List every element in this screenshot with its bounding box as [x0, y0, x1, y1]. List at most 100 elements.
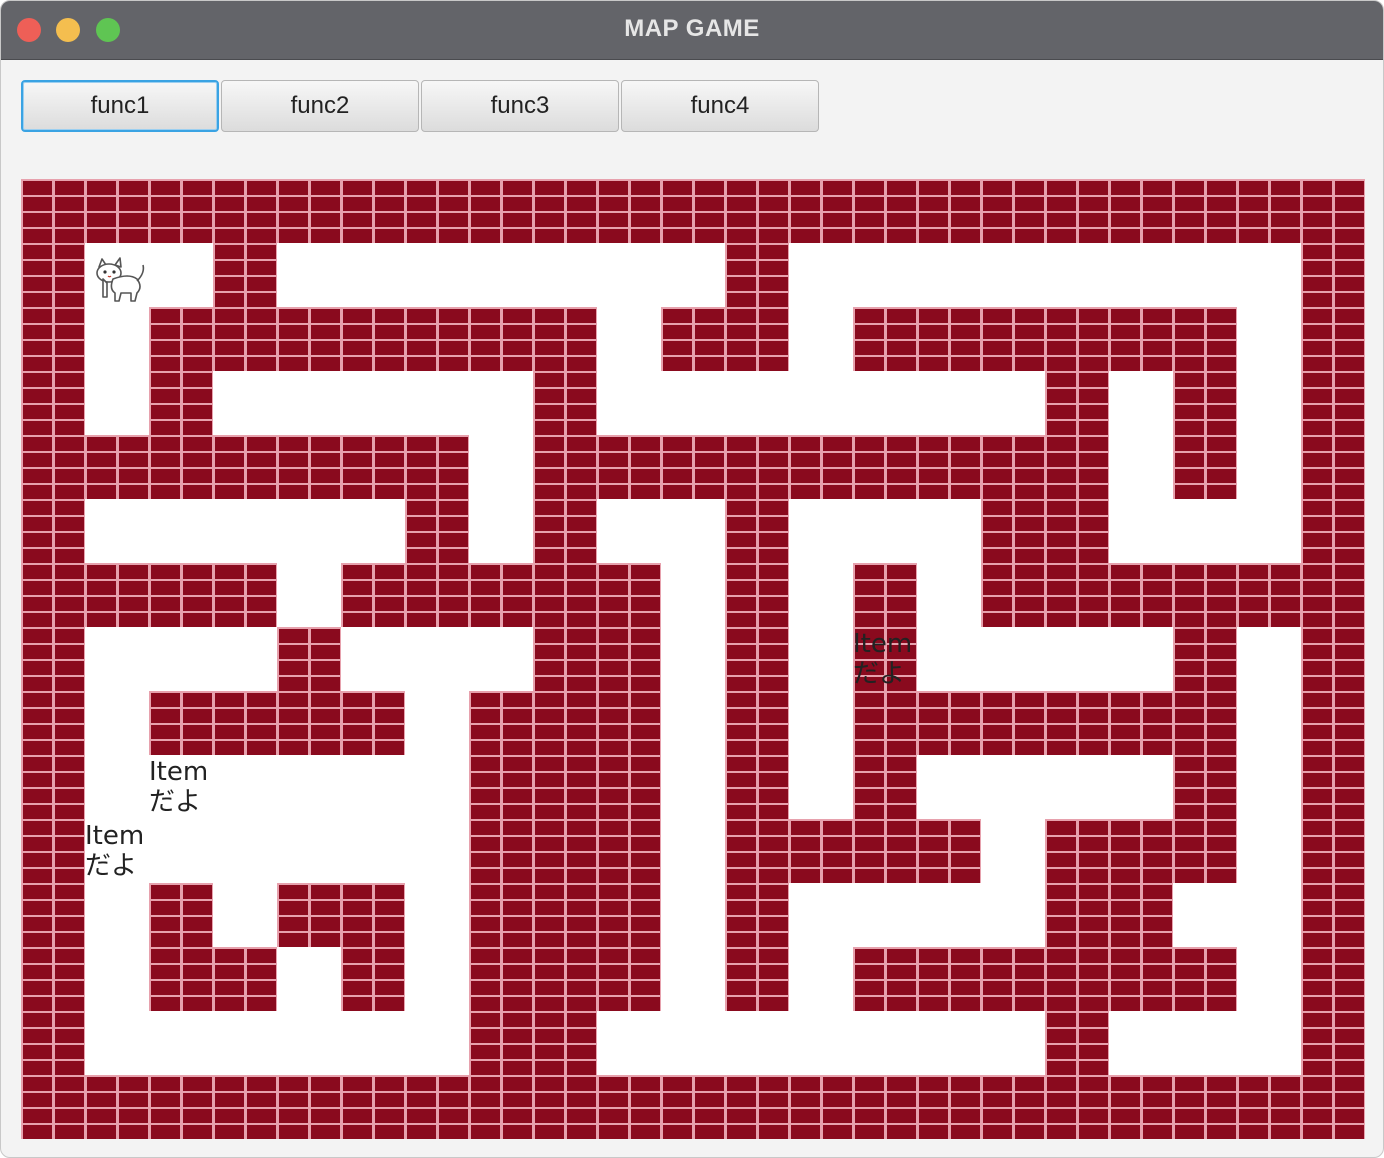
window-title: MAP GAME — [624, 15, 760, 42]
brick-wall-tile — [405, 1075, 469, 1139]
brick-wall-tile — [1301, 307, 1365, 371]
brick-wall-tile — [149, 435, 213, 499]
item-label-line2: だよ — [853, 659, 906, 689]
brick-wall-tile — [21, 179, 85, 243]
brick-wall-tile — [533, 371, 597, 435]
brick-wall-tile — [597, 947, 661, 1011]
brick-wall-tile — [21, 883, 85, 947]
brick-wall-tile — [341, 691, 405, 755]
toolbar: func1 func2 func3 func4 — [21, 80, 821, 132]
brick-wall-tile — [1301, 1011, 1365, 1075]
brick-wall-tile — [533, 755, 597, 819]
brick-wall-tile — [1173, 691, 1237, 755]
brick-wall-tile — [1173, 947, 1237, 1011]
brick-wall-tile — [533, 179, 597, 243]
brick-wall-tile — [1301, 371, 1365, 435]
brick-wall-tile — [1045, 1075, 1109, 1139]
brick-wall-tile — [533, 1075, 597, 1139]
brick-wall-tile — [981, 947, 1045, 1011]
brick-wall-tile — [149, 307, 213, 371]
brick-wall-tile — [853, 691, 917, 755]
brick-wall-tile — [597, 691, 661, 755]
brick-wall-tile — [149, 691, 213, 755]
brick-wall-tile — [1173, 755, 1237, 819]
brick-wall-tile — [1173, 1075, 1237, 1139]
brick-wall-tile — [853, 435, 917, 499]
brick-wall-tile — [277, 1075, 341, 1139]
brick-wall-tile — [21, 1011, 85, 1075]
brick-wall-tile — [213, 179, 277, 243]
brick-wall-tile — [1173, 179, 1237, 243]
brick-wall-tile — [277, 627, 341, 691]
brick-wall-tile — [1109, 691, 1173, 755]
brick-wall-tile — [1173, 307, 1237, 371]
maze-map: Item だよ Item だよ Item だよ — [21, 179, 1365, 1139]
brick-wall-tile — [853, 179, 917, 243]
brick-wall-tile — [1173, 627, 1237, 691]
brick-wall-tile — [597, 755, 661, 819]
brick-wall-tile — [149, 179, 213, 243]
brick-wall-tile — [277, 691, 341, 755]
brick-wall-tile — [149, 371, 213, 435]
brick-wall-tile — [21, 627, 85, 691]
brick-wall-tile — [21, 371, 85, 435]
brick-wall-tile — [21, 755, 85, 819]
func2-button[interactable]: func2 — [221, 80, 419, 132]
brick-wall-tile — [213, 435, 277, 499]
brick-wall-tile — [469, 819, 533, 883]
brick-wall-tile — [597, 819, 661, 883]
brick-wall-tile — [1045, 1011, 1109, 1075]
brick-wall-tile — [1301, 1075, 1365, 1139]
brick-wall-tile — [725, 755, 789, 819]
brick-wall-tile — [213, 1075, 277, 1139]
brick-wall-tile — [1301, 499, 1365, 563]
cat-icon — [85, 243, 149, 307]
brick-wall-tile — [917, 819, 981, 883]
brick-wall-tile — [725, 883, 789, 947]
brick-wall-tile — [597, 883, 661, 947]
brick-wall-tile — [853, 947, 917, 1011]
brick-wall-tile — [597, 179, 661, 243]
brick-wall-tile — [853, 563, 917, 627]
func4-button[interactable]: func4 — [621, 80, 819, 132]
brick-wall-tile — [341, 179, 405, 243]
item-marker: Item だよ — [85, 821, 144, 881]
brick-wall-tile — [533, 627, 597, 691]
brick-wall-tile — [917, 179, 981, 243]
item-marker: Item だよ — [853, 629, 912, 689]
brick-wall-tile — [21, 691, 85, 755]
brick-wall-tile — [1045, 563, 1109, 627]
brick-wall-tile — [21, 435, 85, 499]
brick-wall-tile — [533, 563, 597, 627]
app-window: MAP GAME func1 func2 func3 func4 Item だよ I… — [0, 0, 1384, 1158]
brick-wall-tile — [341, 563, 405, 627]
brick-wall-tile — [213, 243, 277, 307]
brick-wall-tile — [277, 179, 341, 243]
func3-button[interactable]: func3 — [421, 80, 619, 132]
brick-wall-tile — [533, 499, 597, 563]
brick-wall-tile — [341, 307, 405, 371]
brick-wall-tile — [469, 1075, 533, 1139]
brick-wall-tile — [981, 1075, 1045, 1139]
brick-wall-tile — [533, 307, 597, 371]
brick-wall-tile — [981, 307, 1045, 371]
brick-wall-tile — [533, 435, 597, 499]
brick-wall-tile — [1173, 819, 1237, 883]
brick-wall-tile — [213, 691, 277, 755]
brick-wall-tile — [533, 1011, 597, 1075]
brick-wall-tile — [469, 179, 533, 243]
brick-wall-tile — [853, 755, 917, 819]
brick-wall-tile — [1173, 563, 1237, 627]
brick-wall-tile — [1109, 563, 1173, 627]
brick-wall-tile — [1109, 819, 1173, 883]
brick-wall-tile — [21, 243, 85, 307]
brick-wall-tile — [213, 307, 277, 371]
brick-wall-tile — [1301, 819, 1365, 883]
item-label-line2: だよ — [85, 851, 138, 881]
item-label-line1: Item — [85, 821, 145, 851]
func1-button[interactable]: func1 — [21, 80, 219, 132]
brick-wall-tile — [981, 499, 1045, 563]
brick-wall-tile — [789, 819, 853, 883]
brick-wall-tile — [725, 563, 789, 627]
brick-wall-tile — [1301, 755, 1365, 819]
